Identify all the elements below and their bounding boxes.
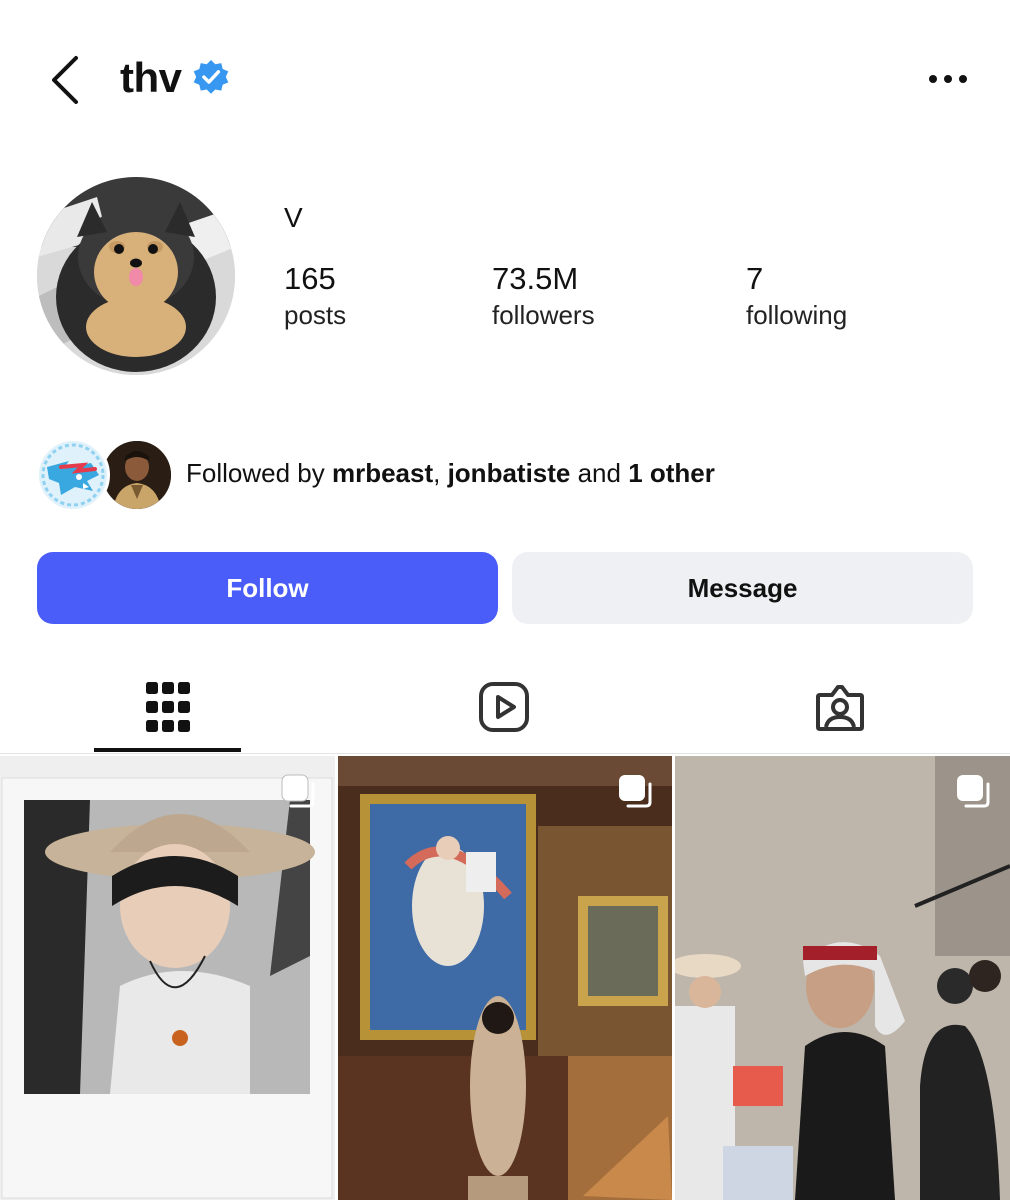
profile-username: thv (120, 54, 182, 101)
posts-stat[interactable]: 165 posts (284, 262, 346, 332)
active-tab-indicator (94, 748, 241, 752)
more-horizontal-icon (929, 75, 967, 83)
follow-button[interactable]: Follow (37, 552, 498, 624)
followed-by-prefix: Followed by (186, 458, 332, 488)
grid-icon (145, 682, 190, 732)
post-tile[interactable] (675, 756, 1010, 1200)
followed-by-separator: , (433, 458, 448, 488)
profile-tabs (0, 660, 1010, 754)
multiple-posts-icon (281, 774, 315, 808)
post-tile[interactable] (0, 756, 335, 1200)
tab-posts-grid[interactable] (94, 660, 241, 754)
chevron-left-icon (52, 56, 78, 104)
followed-by-user-mrbeast[interactable]: mrbeast (332, 458, 433, 488)
post-tile[interactable] (338, 756, 672, 1200)
followed-by-others[interactable]: 1 other (628, 458, 715, 488)
profile-display-name: V (284, 202, 303, 233)
message-button[interactable]: Message (512, 552, 973, 624)
followed-by-text: Followed by mrbeast, jonbatiste and 1 ot… (186, 458, 715, 489)
verified-badge-icon (193, 59, 229, 94)
followers-count: 73.5M (492, 261, 579, 296)
follower-avatar-mrbeast (36, 438, 110, 512)
posts-grid (0, 756, 1010, 1200)
tab-reels[interactable] (430, 660, 577, 754)
avatar-image (37, 177, 235, 375)
back-button[interactable] (40, 52, 90, 108)
post-image (675, 756, 1010, 1200)
followed-by-user-jonbatiste[interactable]: jonbatiste (448, 458, 571, 488)
more-options-button[interactable] (920, 62, 976, 96)
follower-avatar-jonbatiste (100, 438, 174, 512)
profile-avatar[interactable] (37, 177, 235, 375)
tagged-icon (815, 685, 864, 731)
following-stat[interactable]: 7 following (746, 262, 847, 332)
posts-label: posts (284, 300, 347, 330)
followers-stat[interactable]: 73.5M followers (492, 262, 595, 332)
profile-header: thv (0, 0, 1010, 150)
post-image (0, 756, 335, 1200)
posts-count: 165 (284, 261, 336, 296)
followed-by-conjunction: and (570, 458, 629, 488)
post-image (338, 756, 672, 1200)
multiple-posts-icon (957, 775, 990, 808)
following-label: following (746, 300, 848, 330)
reels-icon (478, 682, 529, 732)
followers-label: followers (492, 300, 595, 330)
following-count: 7 (746, 261, 764, 296)
followed-by-row[interactable]: Followed by mrbeast, jonbatiste and 1 ot… (36, 436, 986, 514)
tab-tagged[interactable] (766, 660, 913, 754)
multiple-posts-icon (619, 775, 652, 808)
